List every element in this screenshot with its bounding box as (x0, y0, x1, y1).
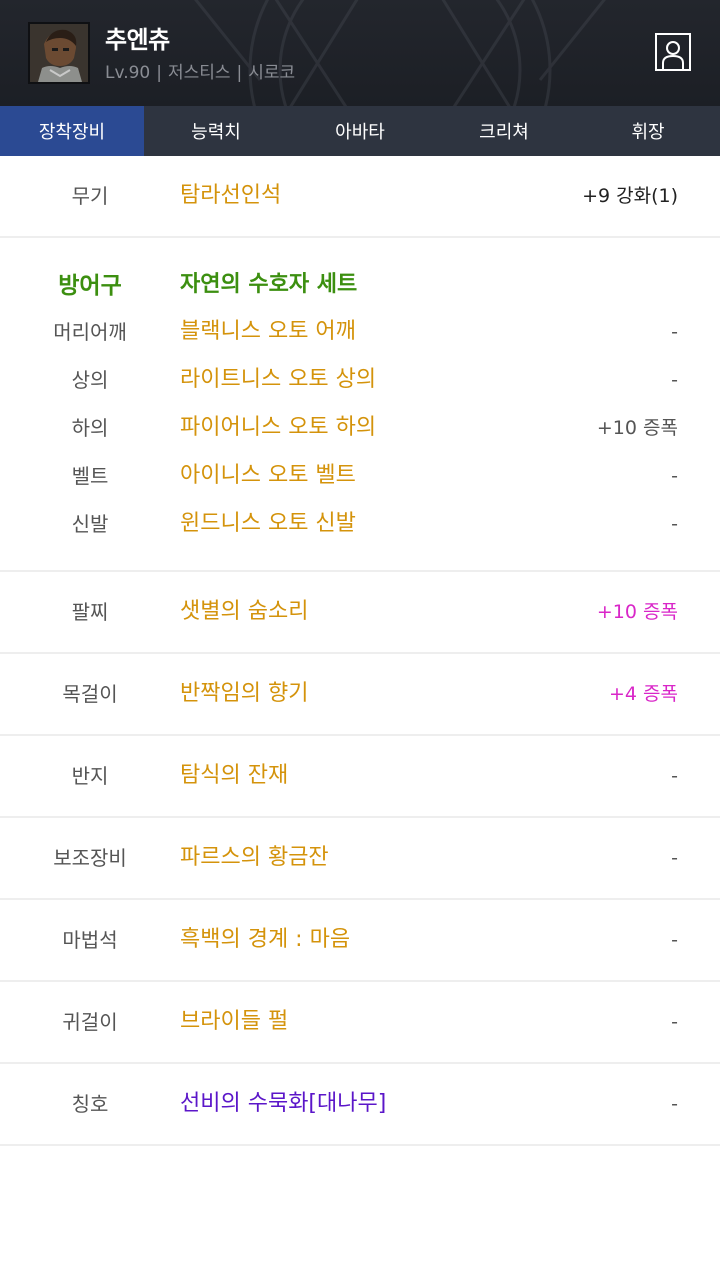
enhancement-value: - (671, 765, 678, 787)
equipment-row-sub-equipment[interactable]: 보조장비 파르스의 황금잔 - (0, 818, 720, 900)
info-separator: | (236, 63, 243, 83)
character-level: Lv.90 (105, 63, 151, 83)
slot-label: 칭호 (71, 1092, 109, 1116)
item-name: 반짝임의 향기 (180, 681, 309, 706)
enhancement-value: - (671, 847, 678, 869)
enhancement-value: +9 강화(1) (582, 185, 678, 207)
armor-set-name[interactable]: 자연의 수호자 세트 (180, 266, 357, 298)
enhancement-value: - (671, 513, 678, 535)
equipment-row-bracelet[interactable]: 팔찌 샛별의 숨소리 +10 증폭 (0, 572, 720, 654)
item-name: 탐식의 잔재 (180, 763, 289, 788)
amplify-value: +10 증폭 (596, 601, 678, 623)
character-info: Lv.90 | 저스티스 | 시로코 (105, 58, 295, 83)
enhancement-value: - (671, 1011, 678, 1033)
slot-label: 팔찌 (71, 600, 109, 624)
enhancement-value: - (671, 929, 678, 951)
slot-label: 귀걸이 (62, 1010, 118, 1034)
item-name: 선비의 수묵화[대나무] (180, 1091, 387, 1116)
slot-label: 상의 (71, 368, 109, 392)
equipment-row-earring[interactable]: 귀걸이 브라이들 펄 - (0, 982, 720, 1064)
item-name: 파르스의 황금잔 (180, 845, 329, 870)
enhancement-value: - (671, 1093, 678, 1115)
item-name: 탐라선인석 (180, 183, 282, 208)
slot-label: 무기 (71, 184, 109, 208)
equipment-row-title[interactable]: 칭호 선비의 수묵화[대나무] - (0, 1064, 720, 1146)
equipment-row-weapon[interactable]: 무기 탐라선인석 +9 강화(1) (0, 156, 720, 238)
character-server: 시로코 (248, 63, 296, 83)
tab-stats[interactable]: 능력치 (144, 106, 288, 156)
equipment-row-magic-stone[interactable]: 마법석 흑백의 경계 : 마음 - (0, 900, 720, 982)
character-portrait-icon (30, 24, 88, 82)
armor-section: 방어구 자연의 수호자 세트 머리어깨 블랙니스 오토 어깨 - 상의 라이트니… (0, 238, 720, 572)
item-name: 아이니스 오토 벨트 (180, 463, 356, 488)
tab-avatar[interactable]: 아바타 (288, 106, 432, 156)
amplify-value: +10 증폭 (596, 417, 678, 439)
slot-label: 반지 (71, 764, 109, 788)
tab-insignia[interactable]: 휘장 (576, 106, 720, 156)
item-name: 샛별의 숨소리 (180, 599, 309, 624)
enhancement-value: - (671, 369, 678, 391)
profile-button[interactable] (655, 33, 691, 71)
armor-row-shoulder[interactable]: 머리어깨 블랙니스 오토 어깨 - (0, 312, 720, 352)
slot-label: 마법석 (62, 928, 118, 952)
slot-label: 신발 (71, 512, 109, 536)
item-name: 브라이들 펄 (180, 1009, 289, 1034)
equipment-row-ring[interactable]: 반지 탐식의 잔재 - (0, 736, 720, 818)
item-name: 블랙니스 오토 어깨 (180, 319, 356, 344)
item-name: 라이트니스 오토 상의 (180, 367, 377, 392)
amplify-value: +4 증폭 (608, 683, 678, 705)
slot-label: 하의 (71, 416, 109, 440)
armor-heading: 방어구 (58, 273, 122, 299)
slot-label: 보조장비 (53, 846, 127, 870)
slot-label: 목걸이 (62, 682, 118, 706)
character-header: 추엔츄 Lv.90 | 저스티스 | 시로코 (0, 0, 720, 106)
armor-row-bottom[interactable]: 하의 파이어니스 오토 하의 +10 증폭 (0, 408, 720, 448)
character-class: 저스티스 (167, 63, 231, 83)
equipment-row-necklace[interactable]: 목걸이 반짝임의 향기 +4 증폭 (0, 654, 720, 736)
equipment-list: 무기 탐라선인석 +9 강화(1) 방어구 자연의 수호자 세트 머리어깨 블랙… (0, 156, 720, 1146)
enhancement-value: - (671, 321, 678, 343)
item-name: 윈드니스 오토 신발 (180, 511, 356, 536)
tab-equipment[interactable]: 장착장비 (0, 106, 144, 156)
armor-row-top[interactable]: 상의 라이트니스 오토 상의 - (0, 360, 720, 400)
slot-label: 머리어깨 (53, 320, 127, 344)
person-outline-icon (662, 41, 684, 69)
armor-row-shoes[interactable]: 신발 윈드니스 오토 신발 - (0, 504, 720, 544)
item-name: 흑백의 경계 : 마음 (180, 927, 351, 952)
tab-bar: 장착장비 능력치 아바타 크리쳐 휘장 (0, 106, 720, 156)
character-name: 추엔츄 (105, 26, 170, 54)
tab-creature[interactable]: 크리쳐 (432, 106, 576, 156)
armor-row-belt[interactable]: 벨트 아이니스 오토 벨트 - (0, 456, 720, 496)
info-separator: | (156, 63, 162, 83)
item-name: 파이어니스 오토 하의 (180, 415, 377, 440)
header-emblem-pattern (194, 0, 606, 106)
character-avatar[interactable] (28, 22, 90, 84)
enhancement-value: - (671, 465, 678, 487)
slot-label: 벨트 (71, 464, 109, 488)
